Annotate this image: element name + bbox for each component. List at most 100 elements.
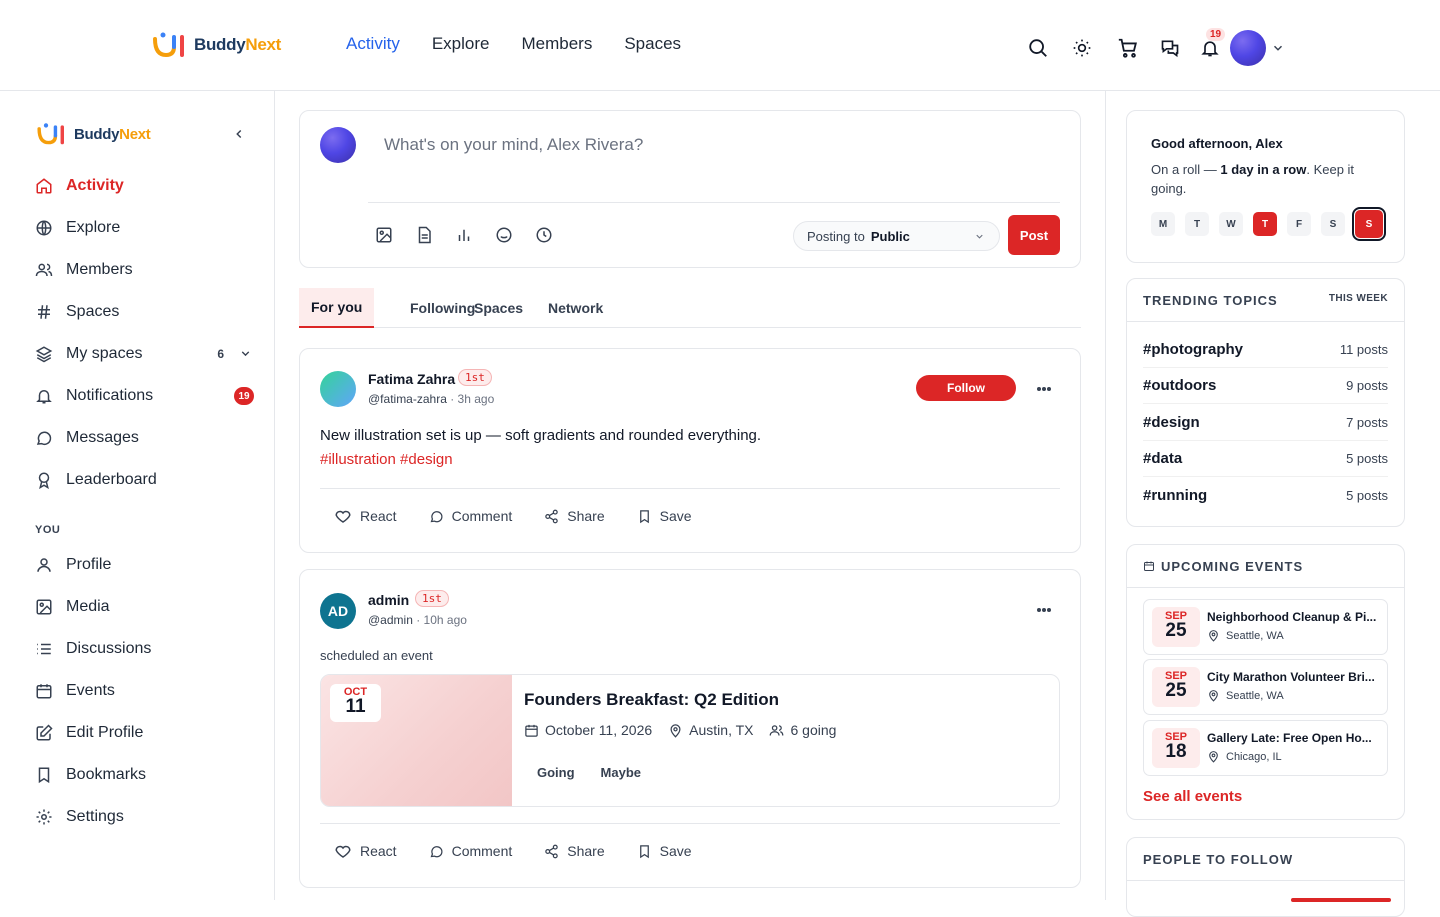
event-title[interactable]: Founders Breakfast: Q2 Edition [524, 690, 779, 710]
trending-topic-row[interactable]: #data 5 posts [1143, 441, 1388, 477]
sun-icon[interactable] [1068, 34, 1096, 62]
connection-degree-badge: 1st [458, 369, 492, 386]
topnav-spaces[interactable]: Spaces [624, 34, 681, 54]
document-icon[interactable] [414, 225, 434, 245]
upcoming-event-item[interactable]: SEP 25 City Marathon Volunteer Bri... Sea… [1143, 659, 1388, 715]
sidebar-item-events[interactable]: Events [34, 679, 256, 703]
post-hashtags[interactable]: #illustration #design [320, 448, 761, 472]
sidebar-item-leaderboard[interactable]: Leaderboard [34, 468, 256, 492]
schedule-icon[interactable] [534, 225, 554, 245]
sidebar-item-settings[interactable]: Settings [34, 805, 256, 829]
composer-divider [368, 202, 1060, 203]
sidebar-brand-logo[interactable]: BuddyNext [36, 122, 151, 146]
topnav-explore[interactable]: Explore [432, 34, 490, 54]
react-button[interactable]: React [334, 842, 397, 860]
comment-button[interactable]: Comment [429, 507, 512, 525]
streak-day: M [1151, 212, 1175, 236]
save-button[interactable]: Save [637, 842, 692, 860]
post-button[interactable]: Post [1008, 215, 1060, 255]
chat-icon[interactable] [1156, 34, 1184, 62]
share-button[interactable]: Share [544, 842, 605, 860]
globe-icon [34, 218, 54, 238]
trending-period: THIS WEEK [1328, 293, 1388, 304]
list-icon [34, 639, 54, 659]
author-avatar[interactable]: AD [320, 593, 356, 629]
post-divider [320, 823, 1060, 824]
audience-select[interactable]: Posting to Public [793, 221, 1000, 251]
author-handle: @fatima-zahra · 3h ago [368, 392, 495, 406]
sidebar-item-bookmarks[interactable]: Bookmarks [34, 763, 256, 787]
sidebar-item-profile[interactable]: Profile [34, 553, 256, 577]
sidebar-item-my-spaces[interactable]: My spaces 6 [34, 342, 256, 366]
search-icon[interactable] [1024, 34, 1052, 62]
tab-following[interactable]: Following [410, 288, 475, 328]
save-button[interactable]: Save [637, 507, 692, 525]
trending-topic-row[interactable]: #design 7 posts [1143, 405, 1388, 441]
streak-day: S [1321, 212, 1345, 236]
audience-label: Posting to [807, 228, 865, 244]
event-cover: OCT 11 [321, 675, 512, 806]
sidebar-item-label: Bookmarks [66, 766, 147, 783]
message-icon [34, 428, 54, 448]
bookmark-icon [639, 844, 649, 858]
feed-post: Fatima Zahra 1st @fatima-zahra · 3h ago … [299, 348, 1081, 553]
see-all-events-link[interactable]: See all events [1143, 788, 1242, 805]
trending-topic-row[interactable]: #running 5 posts [1143, 477, 1388, 513]
events-header: UPCOMING EVENTS [1143, 545, 1303, 587]
topnav-activity[interactable]: Activity [346, 34, 400, 54]
going-button[interactable]: Going [524, 765, 588, 780]
top-icons [1024, 30, 1286, 66]
chevron-down-icon[interactable] [239, 347, 252, 360]
sidebar-item-edit-profile[interactable]: Edit Profile [34, 721, 256, 745]
emoji-icon[interactable] [494, 225, 514, 245]
more-options-icon[interactable] [1036, 386, 1052, 392]
author-avatar[interactable] [320, 371, 356, 407]
comment-icon [430, 510, 443, 522]
trending-topic-row[interactable]: #photography 11 posts [1143, 332, 1388, 368]
upcoming-event-item[interactable]: SEP 25 Neighborhood Cleanup & Pi... Seatt… [1143, 599, 1388, 655]
cart-icon[interactable] [1114, 34, 1142, 62]
more-options-icon[interactable] [1036, 607, 1052, 613]
poll-icon[interactable] [454, 225, 474, 245]
sidebar-item-discussions[interactable]: Discussions [34, 637, 256, 661]
react-button[interactable]: React [334, 507, 397, 525]
follow-button[interactable]: Follow [916, 375, 1016, 401]
chevron-down-icon[interactable] [1270, 34, 1286, 62]
follow-button-edge[interactable] [1291, 898, 1391, 902]
card-divider [1127, 880, 1404, 881]
event-location: Seattle, WA [1207, 629, 1284, 642]
left-sidebar: BuddyNext Activity Explore Members Space… [0, 91, 275, 900]
event-date-chip: SEP 25 [1152, 607, 1200, 647]
brand-logo[interactable]: BuddyNext [152, 31, 281, 59]
sidebar-item-activity[interactable]: Activity [34, 174, 256, 198]
author-name[interactable]: admin [368, 592, 409, 608]
author-name[interactable]: Fatima Zahra [368, 371, 455, 387]
comment-button[interactable]: Comment [429, 842, 512, 860]
sidebar-item-members[interactable]: Members [34, 258, 256, 282]
bookmark-icon [639, 509, 649, 523]
photo-icon[interactable] [374, 225, 394, 245]
maybe-button[interactable]: Maybe [588, 765, 654, 780]
trending-topic-row[interactable]: #outdoors 9 posts [1143, 368, 1388, 404]
tab-network[interactable]: Network [548, 288, 603, 328]
collapse-sidebar-icon[interactable] [232, 127, 246, 141]
streak-day-today: S [1352, 207, 1386, 241]
feed-post: AD admin 1st @admin · 10h ago scheduled … [299, 569, 1081, 888]
share-button[interactable]: Share [544, 507, 605, 525]
tab-for-you[interactable]: For you [299, 288, 375, 328]
upcoming-event-item[interactable]: SEP 18 Gallery Late: Free Open Ho... Chic… [1143, 720, 1388, 776]
composer-input[interactable]: What's on your mind, Alex Rivera? [384, 135, 643, 155]
sidebar-item-messages[interactable]: Messages [34, 426, 256, 450]
sidebar-item-explore[interactable]: Explore [34, 216, 256, 240]
feed-tabs: For you Following Spaces Network [299, 288, 1081, 328]
topnav-members[interactable]: Members [521, 34, 592, 54]
greeting-card: Good afternoon, Alex On a roll — 1 day i… [1126, 110, 1405, 263]
sidebar-item-label: Members [66, 261, 133, 278]
user-avatar[interactable] [1230, 30, 1266, 66]
tab-spaces[interactable]: Spaces [474, 288, 523, 328]
sidebar-item-media[interactable]: Media [34, 595, 256, 619]
event-card[interactable]: OCT 11 Founders Breakfast: Q2 Edition Oc… [320, 674, 1060, 807]
sidebar-item-notifications[interactable]: Notifications 19 [34, 384, 256, 408]
sidebar-item-spaces[interactable]: Spaces [34, 300, 256, 324]
event-location: Chicago, IL [1207, 750, 1282, 763]
